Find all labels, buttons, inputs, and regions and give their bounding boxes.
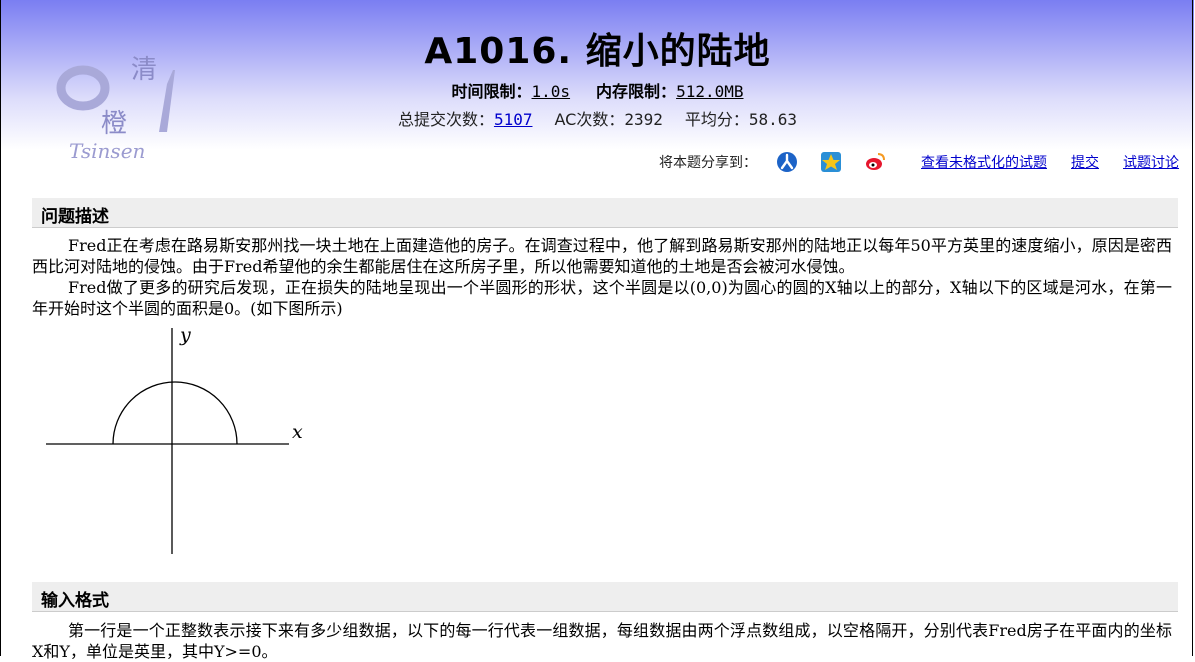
ac-label: AC次数： <box>554 110 625 129</box>
submissions-label: 总提交次数： <box>397 110 494 129</box>
submissions-link[interactable]: 5107 <box>494 110 533 129</box>
memory-limit-label: 内存限制： <box>596 82 677 101</box>
semicircle-arc <box>112 381 238 445</box>
time-limit-value: 1.0s <box>531 82 571 101</box>
discussion-link[interactable]: 试题讨论 <box>1123 152 1179 172</box>
weibo-icon[interactable] <box>864 151 886 173</box>
avg-label: 平均分： <box>684 110 749 129</box>
share-bar: 将本题分享到： 查看未格式化的试题 提交 试题讨论 <box>659 150 1179 174</box>
time-limit-label: 时间限制： <box>451 82 532 101</box>
input-title: 输入格式 <box>41 591 109 611</box>
input-section-header: 输入格式 <box>32 582 1178 612</box>
description-paragraph-2: Fred做了更多的研究后发现，正在损失的陆地呈现出一个半圆形的形状，这个半圆是以… <box>32 278 1172 318</box>
view-unformatted-link[interactable]: 查看未格式化的试题 <box>921 152 1047 172</box>
stats-line: 总提交次数：5107 AC次数：2392 平均分：58.63 <box>0 106 1195 130</box>
logo-text: Tsinsen <box>69 139 145 163</box>
ac-value: 2392 <box>624 110 663 129</box>
memory-limit-value: 512.0MB <box>676 82 744 101</box>
renren-icon[interactable] <box>776 151 798 173</box>
description-paragraph-1: Fred正在考虑在路易斯安那州找一块土地在上面建造他的房子。在调查过程中，他了解… <box>32 236 1172 276</box>
x-axis-label: x <box>292 421 303 443</box>
submit-link[interactable]: 提交 <box>1071 152 1099 172</box>
limits-line: 时间限制：1.0s 内存限制：512.0MB <box>0 78 1195 102</box>
semicircle-figure: x y <box>46 324 303 554</box>
share-label: 将本题分享到： <box>659 155 757 171</box>
description-section-header: 问题描述 <box>32 198 1178 228</box>
y-axis-label: y <box>179 324 191 346</box>
description-title: 问题描述 <box>41 207 109 227</box>
problem-title: A1016. 缩小的陆地 <box>424 31 771 72</box>
qzone-icon[interactable] <box>820 151 842 173</box>
avg-value: 58.63 <box>748 110 798 129</box>
